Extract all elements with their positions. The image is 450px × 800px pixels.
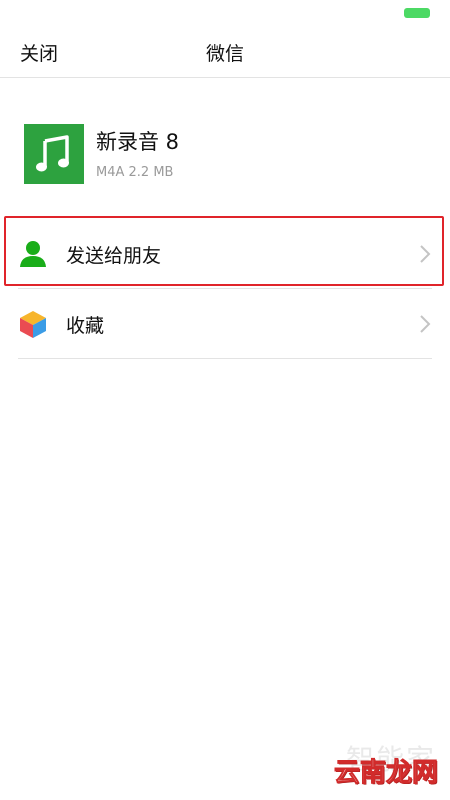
chevron-right-icon	[420, 245, 431, 263]
cube-icon	[20, 311, 46, 338]
chevron-right-icon	[420, 315, 431, 333]
divider	[18, 358, 432, 359]
divider	[18, 288, 432, 289]
menu-item-send-to-friend[interactable]: 发送给朋友	[18, 220, 432, 288]
menu-item-favorite[interactable]: 收藏	[18, 290, 432, 358]
menu-item-label: 发送给朋友	[66, 245, 162, 267]
file-name: 新录音 8	[96, 130, 180, 154]
music-note-icon	[36, 135, 69, 172]
status-bar	[0, 0, 450, 30]
file-meta: M4A 2.2 MB	[96, 165, 174, 180]
file-thumbnail	[24, 124, 84, 184]
file-card: 新录音 8 M4A 2.2 MB	[24, 124, 424, 186]
nav-bar: 关闭 微信	[0, 30, 450, 78]
watermark-logo: 云南龙网	[333, 758, 438, 789]
menu-item-label: 收藏	[66, 315, 105, 337]
person-icon	[20, 241, 46, 267]
page-title: 微信	[205, 43, 244, 65]
battery-icon	[404, 8, 430, 18]
